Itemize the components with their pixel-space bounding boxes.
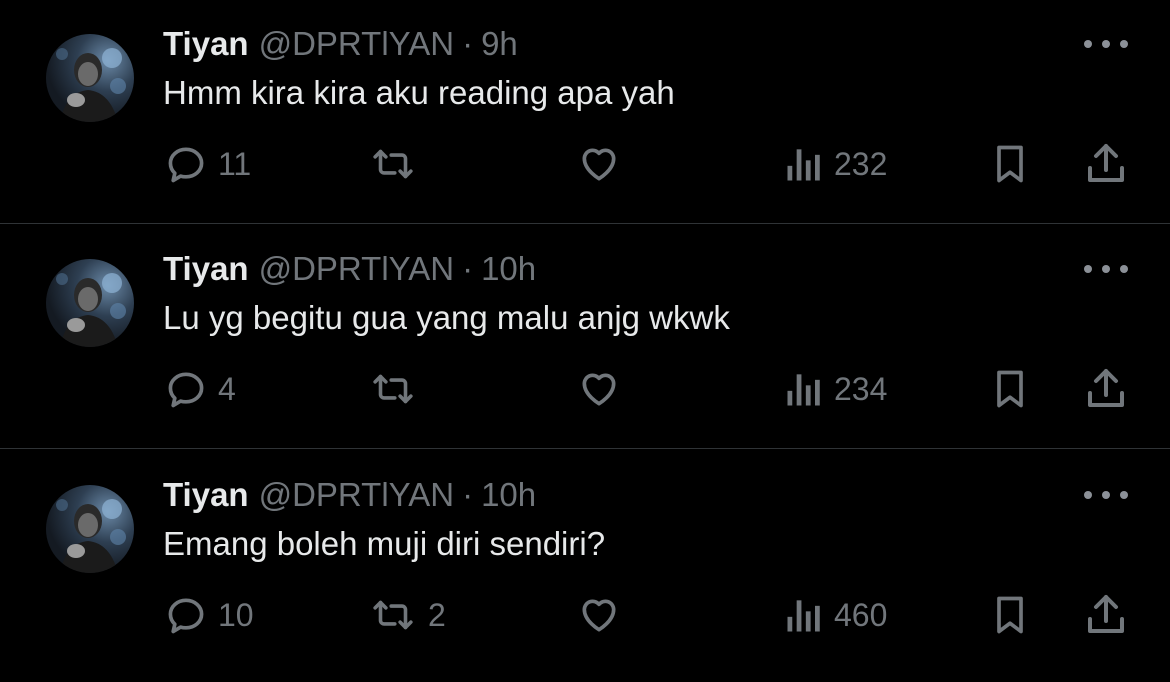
views-icon	[784, 593, 824, 637]
avatar[interactable]	[46, 485, 134, 573]
tweet-header: Tiyan @DPRTlYAN · 10h	[163, 249, 536, 289]
views-button[interactable]: 232	[784, 136, 887, 192]
separator-dot: ·	[462, 476, 474, 513]
bookmark-button[interactable]	[988, 587, 1032, 643]
views-icon	[784, 142, 824, 186]
retweet-count: 2	[428, 596, 446, 633]
share-button[interactable]	[1082, 361, 1130, 417]
reply-button[interactable]: 11	[164, 136, 251, 192]
share-button[interactable]	[1082, 136, 1130, 192]
more-icon[interactable]	[1084, 30, 1128, 58]
tweet[interactable]: Tiyan @DPRTlYAN · 10h Emang boleh muji diri…	[0, 451, 1170, 675]
tweet-text: Emang boleh muji diri sendiri?	[163, 525, 606, 562]
more-icon[interactable]	[1084, 481, 1128, 509]
tweet-header: Tiyan @DPRTlYAN · 10h	[163, 475, 536, 515]
views-button[interactable]: 234	[784, 361, 887, 417]
reply-button[interactable]: 4	[164, 361, 236, 417]
timestamp[interactable]: 10h	[481, 476, 536, 513]
reply-count: 11	[218, 145, 252, 182]
display-name[interactable]: Tiyan	[163, 250, 249, 287]
tweet-actions: 10 2 460	[0, 587, 1170, 643]
tweet[interactable]: Tiyan @DPRTlYAN · 10h Lu yg begitu gua yang…	[0, 225, 1170, 449]
separator-dot: ·	[462, 250, 474, 287]
reply-icon	[164, 593, 208, 637]
heart-icon	[576, 142, 622, 186]
share-icon	[1082, 591, 1130, 639]
tweet-text: Lu yg begitu gua yang malu anjg wkwk	[163, 299, 730, 336]
views-icon	[784, 367, 824, 411]
user-handle[interactable]: @DPRTlYAN	[259, 476, 454, 513]
share-button[interactable]	[1082, 587, 1130, 643]
reply-count: 4	[218, 370, 236, 407]
heart-icon	[576, 593, 622, 637]
avatar[interactable]	[46, 259, 134, 347]
retweet-button[interactable]: 2	[368, 587, 446, 643]
display-name[interactable]: Tiyan	[163, 476, 249, 513]
bookmark-icon	[988, 591, 1032, 639]
tweet-text: Hmm kira kira aku reading apa yah	[163, 74, 675, 111]
views-button[interactable]: 460	[784, 587, 887, 643]
display-name[interactable]: Tiyan	[163, 25, 249, 62]
bookmark-icon	[988, 140, 1032, 188]
like-button[interactable]	[576, 136, 632, 192]
retweet-button[interactable]	[368, 136, 428, 192]
like-button[interactable]	[576, 587, 632, 643]
reply-count: 10	[218, 596, 254, 633]
timestamp[interactable]: 10h	[481, 250, 536, 287]
tweet-actions: 11 232	[0, 136, 1170, 192]
share-icon	[1082, 140, 1130, 188]
retweet-icon	[368, 593, 418, 637]
views-count: 234	[834, 370, 888, 407]
views-count: 232	[834, 145, 888, 182]
avatar[interactable]	[46, 34, 134, 122]
separator-dot: ·	[462, 25, 474, 62]
timeline-feed: Tiyan @DPRTlYAN · 9h Hmm kira kira aku read…	[0, 0, 1170, 682]
heart-icon	[576, 367, 622, 411]
timestamp[interactable]: 9h	[481, 25, 518, 62]
reply-icon	[164, 142, 208, 186]
bookmark-button[interactable]	[988, 136, 1032, 192]
like-button[interactable]	[576, 361, 632, 417]
bookmark-button[interactable]	[988, 361, 1032, 417]
user-handle[interactable]: @DPRTlYAN	[259, 25, 454, 62]
reply-button[interactable]: 10	[164, 587, 254, 643]
retweet-icon	[368, 142, 418, 186]
retweet-button[interactable]	[368, 361, 428, 417]
tweet-header: Tiyan @DPRTlYAN · 9h	[163, 24, 518, 64]
tweet[interactable]: Tiyan @DPRTlYAN · 9h Hmm kira kira aku read…	[0, 0, 1170, 224]
more-icon[interactable]	[1084, 255, 1128, 283]
retweet-icon	[368, 367, 418, 411]
share-icon	[1082, 365, 1130, 413]
user-handle[interactable]: @DPRTlYAN	[259, 250, 454, 287]
views-count: 460	[834, 596, 888, 633]
bookmark-icon	[988, 365, 1032, 413]
tweet-actions: 4 234	[0, 361, 1170, 417]
reply-icon	[164, 367, 208, 411]
